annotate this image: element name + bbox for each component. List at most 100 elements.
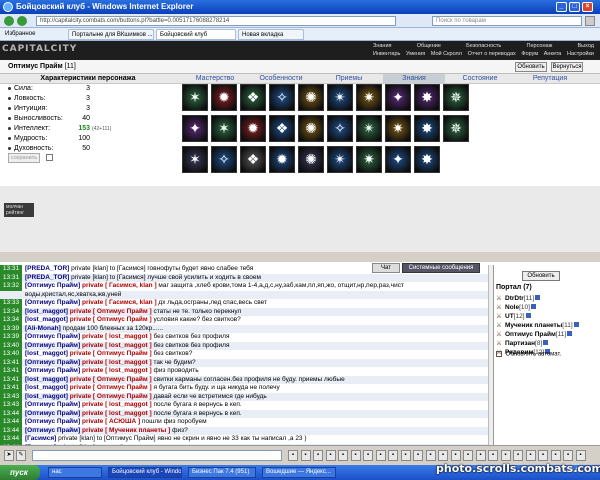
back-button[interactable]: Вернуться [551, 62, 583, 72]
toolbar-icon[interactable]: ▪ [550, 450, 561, 461]
edit-icon[interactable]: ✎ [16, 450, 26, 461]
ability-icon[interactable]: ❖ [269, 115, 295, 142]
message-recipient[interactable]: private [ Гасимся, klan ] [82, 282, 157, 289]
toolbar-icon[interactable]: ▪ [450, 450, 461, 461]
message-recipient[interactable]: private [ lost_maggot ] [82, 333, 152, 340]
task-item[interactable]: Бизнес Пак 7.4 (951) [188, 467, 256, 478]
ability-icon[interactable]: ✶ [182, 146, 208, 173]
search-icon[interactable] [585, 16, 595, 26]
ability-icon[interactable]: ✷ [385, 115, 411, 142]
message-sender[interactable]: [Оптимус Прайм] [25, 359, 80, 366]
toolbar-icon[interactable]: ▪ [575, 450, 586, 461]
message-recipient[interactable]: private [ lost_maggot ] [82, 342, 152, 349]
message-recipient[interactable]: private [ lost_maggot ] [82, 410, 152, 417]
toolbar-icon[interactable]: ▪ [325, 450, 336, 461]
toolbar-icon[interactable]: ▪ [475, 450, 486, 461]
message-sender[interactable]: [lost_maggot] [25, 384, 68, 391]
message-time[interactable]: 13:43 [0, 401, 22, 410]
toolbar-icon[interactable]: ▪ [375, 450, 386, 461]
ability-icon[interactable]: ✦ [385, 84, 411, 111]
message-sender[interactable]: [Оптимус Прайм] [25, 342, 80, 349]
toolbar-icon[interactable]: ▪ [400, 450, 411, 461]
toolbar-icon[interactable]: ▪ [313, 450, 323, 461]
save-checkbox[interactable] [46, 154, 53, 161]
ability-icon[interactable]: ✸ [414, 115, 440, 142]
game-menu-item[interactable]: Выход [576, 42, 596, 50]
user-info-icon[interactable] [567, 331, 573, 336]
ability-icon[interactable]: ✦ [182, 115, 208, 142]
refresh-button[interactable]: Обновить [515, 62, 547, 72]
tab-new[interactable]: Новая вкладка [238, 29, 304, 40]
message-time[interactable]: 13:39 [0, 333, 22, 342]
ability-icon[interactable]: ✸ [414, 84, 440, 111]
message-time[interactable]: 13:43 [0, 392, 22, 401]
ability-icon[interactable]: ✷ [356, 146, 382, 173]
game-menu-item[interactable]: Настройки [565, 50, 596, 58]
message-sender[interactable]: [Оптимус Прайм] [25, 410, 80, 417]
message-sender[interactable]: [lost_maggot] [25, 350, 68, 357]
message-recipient[interactable]: private [ Оптимус Прайм ] [70, 376, 152, 383]
tab-fight-club[interactable]: Бойцовский клуб [156, 29, 236, 40]
message-sender[interactable]: [Оптимус Прайм] [25, 333, 80, 340]
online-user[interactable]: ⚔ Nole[10] [496, 303, 536, 312]
favorites-button[interactable]: Избранное [2, 29, 54, 40]
message-sender[interactable]: [lost_maggot] [25, 316, 68, 323]
ability-icon[interactable]: ✺ [298, 146, 324, 173]
minimize-button[interactable]: _ [556, 2, 567, 12]
message-time[interactable]: 13:41 [0, 367, 22, 376]
online-user[interactable]: ⚔ UT[12] [496, 312, 531, 321]
save-button[interactable]: сохранить [8, 153, 40, 163]
ability-icon[interactable]: ✹ [269, 146, 295, 173]
game-menu-item[interactable]: Персонаж [525, 42, 555, 50]
message-recipient[interactable]: private [ АСЮША ] [82, 418, 140, 425]
toolbar-icon[interactable]: ▪ [288, 450, 298, 461]
ability-icon[interactable]: ✷ [356, 84, 382, 111]
message-sender[interactable]: [Оптимус Прайм] [25, 418, 80, 425]
ability-icon[interactable]: ✺ [298, 115, 324, 142]
user-info-icon[interactable] [525, 313, 531, 318]
ability-icon[interactable]: ✵ [443, 84, 469, 111]
game-menu-item[interactable]: Общение [415, 42, 443, 50]
game-menu-item[interactable]: Знания [371, 42, 394, 50]
search-input[interactable]: Поиск по товарам [432, 16, 582, 26]
user-name[interactable]: Оптимус Прайм [505, 331, 556, 338]
message-time[interactable]: 13:44 [0, 418, 22, 427]
game-menu-item[interactable]: Форум [519, 50, 540, 58]
chat-input[interactable] [32, 450, 282, 461]
toolbar-icon[interactable]: ▪ [338, 450, 348, 461]
toolbar-icon[interactable]: ▪ [488, 450, 498, 461]
ability-icon[interactable]: ✦ [385, 146, 411, 173]
system-messages-tab[interactable]: Системные сообщения [402, 263, 480, 273]
ability-icon[interactable]: ❖ [240, 84, 266, 111]
message-time[interactable]: 13:32 [0, 282, 22, 291]
toolbar-icon[interactable]: ▪ [388, 450, 398, 461]
user-info-icon[interactable] [530, 304, 536, 309]
message-time[interactable]: 13:40 [0, 350, 22, 359]
toolbar-icon[interactable]: ▪ [500, 450, 511, 461]
message-time[interactable]: 13:44 [0, 426, 22, 435]
message-recipient[interactable]: private [ lost_maggot ] [82, 367, 152, 374]
ability-icon[interactable]: ✹ [211, 84, 237, 111]
online-user[interactable]: ⚔ Оптимус Прайм[11] [496, 330, 573, 339]
game-menu-item[interactable]: Мой Скролл [429, 50, 464, 58]
ability-icon[interactable]: ✧ [211, 146, 237, 173]
auto-refresh-toggle[interactable]: Обновлять автомат. [496, 351, 561, 358]
maximize-button[interactable]: □ [569, 2, 580, 12]
ability-icon[interactable]: ✸ [414, 146, 440, 173]
character-name[interactable]: Оптимус Прайм [8, 63, 63, 70]
online-user[interactable]: ⚔ DtrDtr[11] [496, 294, 541, 303]
close-button[interactable]: × [582, 2, 593, 12]
message-sender[interactable]: [Оптимус Прайм] [25, 401, 80, 408]
tab-features[interactable]: Особенности [250, 74, 312, 84]
ability-icon[interactable]: ✵ [443, 115, 469, 142]
user-info-icon[interactable] [573, 322, 579, 327]
ability-icon[interactable]: ✺ [298, 84, 324, 111]
message-time[interactable]: 13:41 [0, 384, 22, 393]
message-time[interactable]: 13:39 [0, 324, 22, 333]
message-sender[interactable]: [lost_maggot] [25, 393, 68, 400]
ability-icon[interactable]: ✴ [327, 84, 353, 111]
message-time[interactable]: 13:44 [0, 435, 22, 444]
user-name[interactable]: Партизан [505, 340, 535, 347]
message-sender[interactable]: [Оптимус Прайм] [25, 282, 80, 289]
tab-knowledge[interactable]: Знания [383, 74, 445, 84]
